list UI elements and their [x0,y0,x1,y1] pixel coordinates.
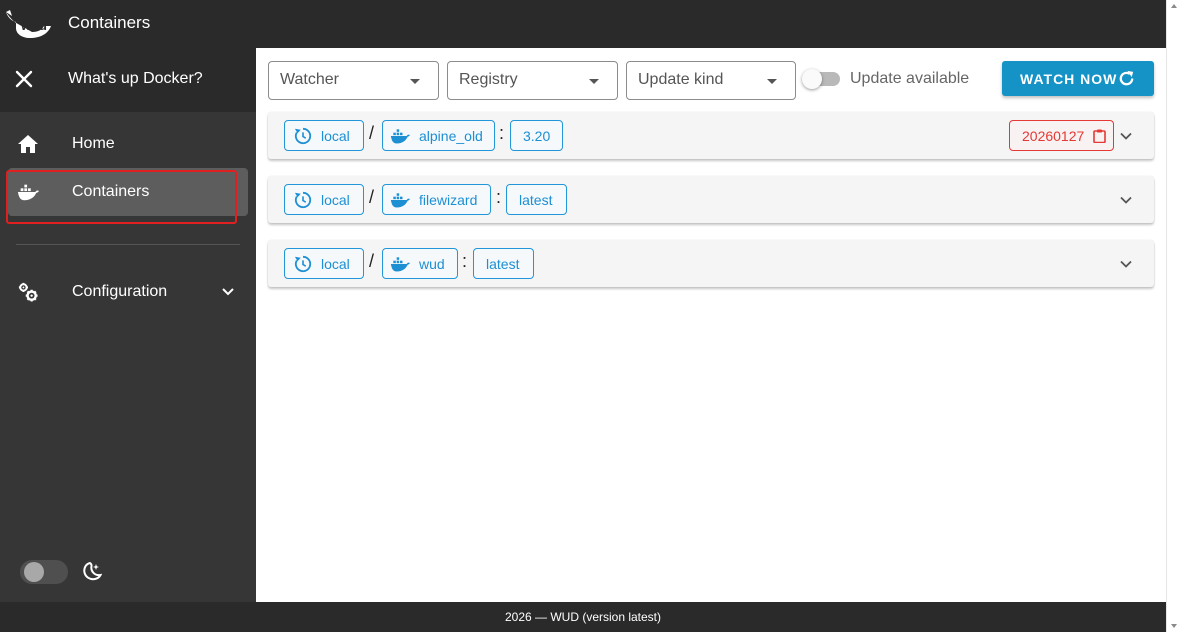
selection-highlight [6,170,237,224]
watcher-chip[interactable]: local [284,120,364,151]
drawer-header: What's up Docker? [0,48,256,112]
scroll-down-icon[interactable] [1171,624,1177,628]
watcher-name: local [321,192,350,208]
container-row[interactable]: local / alpine_old : 3.20 20260127 [268,112,1154,159]
clock-refresh-icon [294,127,312,145]
sidebar-divider [16,244,240,245]
tag-separator: : [496,187,502,207]
container-name: alpine_old [419,128,483,144]
docker-icon [390,257,410,272]
sidebar-item-label: Home [72,135,115,152]
footer: 2026 — WUD (version latest) [0,602,1166,632]
path-separator: / [369,123,375,143]
container-tag: latest [519,192,553,208]
container-row[interactable]: local / filewizard : latest [268,176,1154,223]
clock-refresh-icon [294,255,312,273]
container-tag: latest [486,256,520,272]
chevron-down-icon [222,288,234,296]
watcher-name: local [321,256,350,272]
watch-now-button[interactable]: WATCH NOW [1002,61,1154,96]
registry-select[interactable]: Registry [447,61,618,100]
container-name-chip[interactable]: alpine_old [382,120,495,151]
update-available-switch[interactable] [802,69,840,89]
sidebar-item-configuration[interactable]: Configuration [8,268,248,316]
scrollbar[interactable] [1166,0,1181,632]
container-name: wud [419,256,445,272]
chevron-down-icon[interactable] [1119,193,1133,207]
home-icon [18,135,38,153]
toggle-knob [24,562,44,582]
dark-mode-toggle[interactable] [20,560,68,584]
registry-select-value: Registry [459,71,518,88]
watcher-select[interactable]: Watcher [268,61,439,100]
path-separator: / [369,251,375,271]
close-icon[interactable] [14,69,34,89]
watch-now-label: WATCH NOW [1020,71,1118,87]
container-name-chip[interactable]: filewizard [382,184,491,215]
caret-down-icon [410,79,420,84]
page-title: Containers [68,13,151,32]
app-bar: wud Containers [0,0,1166,48]
chevron-down-icon[interactable] [1119,129,1133,143]
refresh-icon [1119,70,1134,86]
update-available-label: Update available [850,70,970,87]
watcher-chip[interactable]: local [284,248,364,279]
container-name: filewizard [419,192,478,208]
update-available-chip[interactable]: 20260127 [1009,120,1114,151]
path-separator: / [369,187,375,207]
sidebar: What's up Docker? Home Containers Config… [0,48,256,602]
wud-logo-icon: wud [6,10,51,38]
update-version: 20260127 [1022,128,1085,144]
tag-separator: : [499,123,505,143]
container-row[interactable]: local / wud : latest [268,240,1154,287]
tag-chip[interactable]: latest [473,248,534,279]
cogs-icon [18,282,38,302]
tag-separator: : [462,251,468,271]
update-kind-select[interactable]: Update kind [626,61,796,100]
tag-chip[interactable]: 3.20 [510,120,563,151]
drawer-title: What's up Docker? [68,70,203,87]
moon-icon [83,561,102,581]
container-name-chip[interactable]: wud [382,248,458,279]
watcher-name: local [321,128,350,144]
caret-down-icon [767,79,777,84]
watcher-select-value: Watcher [280,71,339,88]
scroll-up-icon[interactable] [1171,4,1177,8]
app-root: wud Containers What's up Docker? Home Co… [0,0,1181,632]
clock-refresh-icon [294,191,312,209]
update-kind-select-value: Update kind [638,71,724,88]
switch-knob [802,69,822,89]
clipboard-icon [1093,129,1106,143]
svg-text:wud: wud [20,18,47,33]
docker-icon [390,193,410,208]
docker-icon [390,129,410,144]
sidebar-item-label: Configuration [72,283,168,300]
container-tag: 3.20 [523,128,551,144]
watcher-chip[interactable]: local [284,184,364,215]
chevron-down-icon[interactable] [1119,257,1133,271]
tag-chip[interactable]: latest [506,184,567,215]
sidebar-item-home[interactable]: Home [8,120,248,168]
caret-down-icon [589,79,599,84]
footer-text: 2026 — WUD (version latest) [504,610,662,624]
